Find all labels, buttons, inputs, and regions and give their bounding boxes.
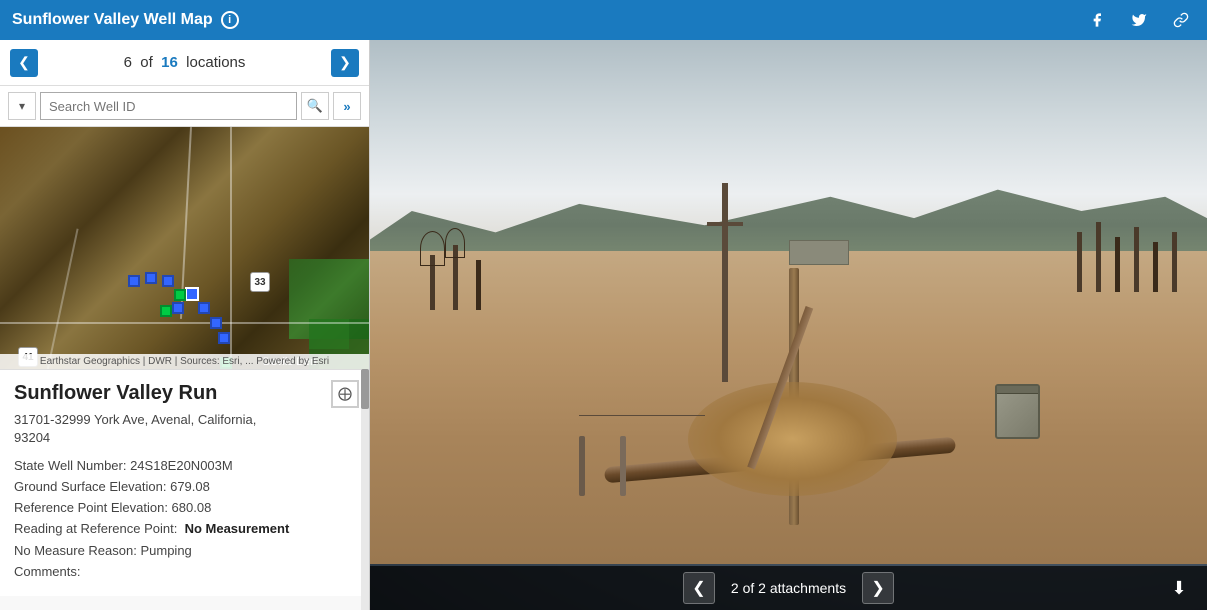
map-marker-blue-4[interactable]	[198, 302, 210, 314]
address-line1: 31701-32999 York Ave, Avenal, California…	[14, 412, 256, 427]
no-measure-value: Pumping	[140, 543, 191, 558]
map-marker-blue-selected[interactable]	[185, 287, 199, 301]
photo-next-button[interactable]: ❯	[862, 572, 894, 604]
photo-bottom-bar: ❮ 2 of 2 attachments ❯ ⬇	[370, 566, 1207, 610]
search-next-icon: »	[343, 99, 350, 114]
fence-area	[579, 436, 626, 496]
map-area[interactable]: 33 41 Devils Den	[0, 127, 369, 369]
comments-label: Comments:	[14, 564, 80, 579]
header-social-icons	[1083, 6, 1195, 34]
photo-trees-right	[1077, 222, 1177, 292]
main-container: ❮ 6 of 16 locations ❯ ▾ 🔍 »	[0, 40, 1207, 610]
app-header: Sunflower Valley Well Map i	[0, 0, 1207, 40]
filter-dropdown[interactable]: ▾	[8, 92, 36, 120]
dirt-mound	[688, 382, 897, 496]
facebook-icon[interactable]	[1083, 6, 1111, 34]
left-panel: ❮ 6 of 16 locations ❯ ▾ 🔍 »	[0, 40, 370, 610]
map-marker-blue-1[interactable]	[128, 275, 140, 287]
next-button[interactable]: ❯	[331, 49, 359, 77]
state-well-row: State Well Number: 24S18E20N003M	[14, 457, 355, 475]
header-left: Sunflower Valley Well Map i	[12, 11, 239, 29]
prev-button[interactable]: ❮	[10, 49, 38, 77]
ground-surface-row: Ground Surface Elevation: 679.08	[14, 478, 355, 496]
background-building	[789, 240, 849, 265]
photo-next-icon: ❯	[871, 578, 884, 598]
map-marker-green-2[interactable]	[160, 305, 172, 317]
highway-33-badge: 33	[250, 272, 270, 292]
twitter-icon[interactable]	[1125, 6, 1153, 34]
photo-prev-icon: ❮	[692, 578, 705, 598]
search-button[interactable]: 🔍	[301, 92, 329, 120]
dropdown-icon: ▾	[19, 99, 25, 113]
photo-trees-left	[430, 245, 481, 310]
location-title: Sunflower Valley Run	[14, 382, 355, 405]
map-marker-green-1[interactable]	[174, 289, 186, 301]
photo-download-button[interactable]: ⬇	[1163, 572, 1195, 604]
link-icon[interactable]	[1167, 6, 1195, 34]
map-marker-blue-5[interactable]	[210, 317, 222, 329]
map-attribution: Earthstar Geographics | DWR | Sources: E…	[0, 354, 369, 369]
nav-current: 6	[124, 54, 132, 71]
nav-bar: ❮ 6 of 16 locations ❯	[0, 40, 369, 86]
zoom-icon: ⨁	[338, 385, 352, 402]
photo-prev-button[interactable]: ❮	[683, 572, 715, 604]
no-measure-row: No Measure Reason: Pumping	[14, 542, 355, 560]
nav-counter: 6 of 16 locations	[124, 54, 246, 71]
map-marker-blue-2[interactable]	[145, 272, 157, 284]
scroll-track[interactable]	[361, 369, 369, 610]
photo-area	[370, 40, 1207, 610]
reference-point-row: Reference Point Elevation: 680.08	[14, 499, 355, 517]
attachment-counter: 2 of 2 attachments	[731, 580, 846, 596]
download-icon: ⬇	[1171, 578, 1186, 599]
info-panel-wrapper: ⨁ Sunflower Valley Run 31701-32999 York …	[0, 369, 369, 610]
reading-label: Reading at Reference Point:	[14, 521, 177, 536]
reading-value: No Measurement	[185, 521, 290, 536]
map-background: 33 41 Devils Den	[0, 127, 369, 369]
no-measure-label: No Measure Reason:	[14, 543, 137, 558]
search-icon: 🔍	[307, 98, 323, 114]
info-panel: ⨁ Sunflower Valley Run 31701-32999 York …	[0, 369, 369, 597]
app-title: Sunflower Valley Well Map	[12, 11, 213, 29]
nav-total: 16	[161, 54, 178, 71]
right-panel: ❮ 2 of 2 attachments ❯ ⬇	[370, 40, 1207, 610]
wire-1	[579, 415, 705, 416]
location-address: 31701-32999 York Ave, Avenal, California…	[14, 411, 355, 447]
comments-row: Comments:	[14, 563, 355, 581]
search-input[interactable]	[40, 92, 297, 120]
scroll-thumb[interactable]	[361, 369, 369, 409]
utility-pole	[722, 183, 728, 383]
zoom-button[interactable]: ⨁	[331, 380, 359, 408]
map-marker-blue-3[interactable]	[162, 275, 174, 287]
search-bar: ▾ 🔍 »	[0, 86, 369, 127]
info-icon[interactable]: i	[221, 11, 239, 29]
search-next-button[interactable]: »	[333, 92, 361, 120]
map-marker-blue-6[interactable]	[218, 332, 230, 344]
nav-unit: locations	[186, 54, 245, 71]
equipment-box	[995, 384, 1040, 439]
map-marker-blue-7[interactable]	[172, 302, 184, 314]
address-line2: 93204	[14, 430, 50, 445]
reading-row: Reading at Reference Point: No Measureme…	[14, 520, 355, 538]
